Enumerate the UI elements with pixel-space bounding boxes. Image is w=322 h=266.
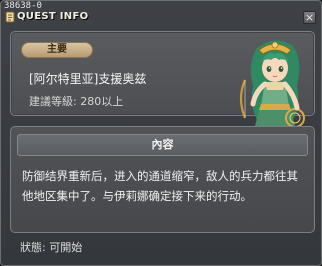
quest-type-badge: 主要 (21, 42, 93, 58)
quest-header-panel: 主要 [阿尔特里亚]支援奥兹 建議等級: 280以上 (10, 31, 315, 142)
close-icon: × (304, 11, 315, 24)
content-header: 內容 (17, 134, 308, 156)
quest-level-requirement: 建議等級: 280以上 (29, 95, 124, 108)
quest-name: [阿尔特里亚]支援奥兹 (29, 72, 147, 86)
quest-description: 防御结界重新后，进入的通道缩窄，敌人的兵力都往其他地区集中了。与伊莉娜确定接下来… (22, 169, 298, 203)
close-button[interactable]: × (303, 11, 316, 24)
quest-info-window: 38638-0 QUEST INFO × 主要 [阿尔特里亚]支援奥兹 建議等級… (0, 0, 322, 266)
window-title: QUEST INFO (17, 11, 89, 22)
quest-status: 狀態: 可開始 (20, 241, 83, 254)
quest-scroll-icon (5, 11, 15, 23)
title-bar[interactable]: QUEST INFO × (2, 10, 320, 26)
quest-content-panel: 內容 防御结界重新后，进入的通道缩窄，敌人的兵力都往其他地区集中了。与伊莉娜确定… (10, 126, 315, 233)
